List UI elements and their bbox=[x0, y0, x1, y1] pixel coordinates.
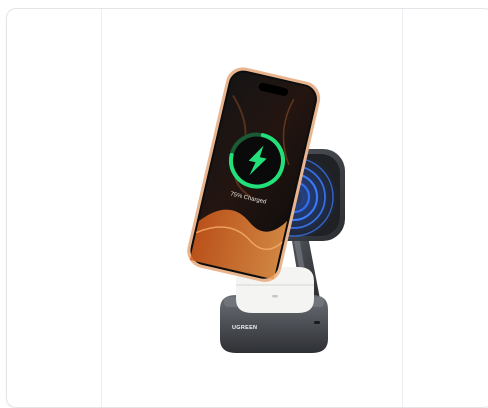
product-image-card: UGREEN 75% Charged bbox=[6, 8, 488, 408]
wireless-charger-product-image: UGREEN 75% Charged bbox=[187, 67, 345, 353]
product-image-panel[interactable]: UGREEN 75% Charged bbox=[101, 9, 403, 407]
brand-logo-text: UGREEN bbox=[232, 325, 257, 331]
